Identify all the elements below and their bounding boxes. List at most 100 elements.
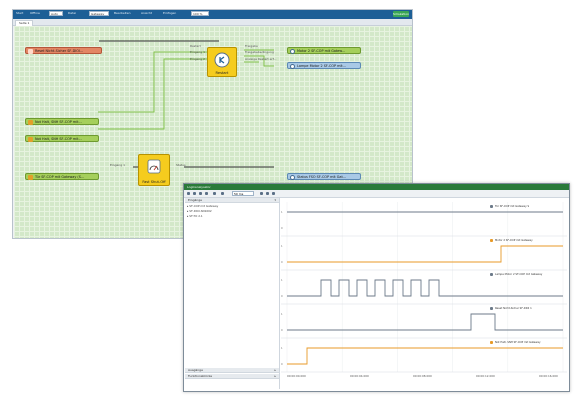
tree-item-sfto[interactable]: ▸ SF-TO 2.1 — [187, 214, 203, 218]
y-axis-label: 1 — [281, 347, 283, 350]
signal-label-text: Motor 2 SF-COP mit Gateway — [495, 239, 533, 242]
signal-trace — [287, 347, 563, 365]
toolbar-field-zoom[interactable]: 100 % — [191, 11, 209, 16]
y-axis-label: 0 — [281, 227, 283, 230]
y-axis-label: 1 — [281, 211, 283, 214]
toolbar-item-einfuegen[interactable]: Einfügen — [163, 11, 176, 15]
port-fso-input: Eingang 1 — [110, 163, 126, 167]
restart-block-title: Restart — [215, 71, 229, 75]
input-node-reset[interactable]: Reset Nicht-Sicher SF-DIOI... — [25, 47, 102, 54]
port-release: Freigabe — [245, 44, 258, 48]
signal-icon — [490, 307, 493, 310]
function-blocks-header[interactable]: Funktionsblöcke ▸ — [185, 374, 279, 379]
input-node-door[interactable]: Tür SF-COP mit Gateway (S... — [25, 173, 99, 180]
signal-label[interactable]: Tür SF-COP mit Gateway S — [489, 205, 529, 208]
port-release-condition: Freigabebedingung — [245, 50, 274, 54]
signal-label-text: Not Halt, SNH SF-COP mit Gateway — [495, 341, 541, 344]
fit-icon[interactable] — [272, 192, 275, 195]
tree-item-dioi[interactable]: ▸ SF-DIOI-SN1002 — [187, 209, 212, 213]
collapse-icon[interactable]: ▾ — [274, 198, 276, 203]
y-axis-label: 0 — [281, 261, 283, 264]
time-axis-label: 00:00:12.000 — [476, 374, 495, 378]
outputs-header[interactable]: Ausgänge ▸ — [185, 368, 279, 373]
timeline-chart — [281, 202, 567, 373]
signal-trace — [287, 279, 563, 297]
signal-label-text: Reset Nicht-Sicher SF-DIOI 1 — [495, 307, 532, 310]
signal-icon — [490, 341, 493, 344]
toolbar-item-datei[interactable]: Datei — [68, 11, 76, 15]
save-icon[interactable] — [205, 192, 208, 195]
expand-icon[interactable]: ▸ — [274, 374, 276, 379]
logic-analyzer-window: Logikanalysator 50 ms Eingänge ▾ ▸ SF-CO… — [183, 183, 570, 392]
y-axis-label: 1 — [281, 313, 283, 316]
signal-icon — [490, 205, 493, 208]
signal-label-text: Tür SF-COP mit Gateway S — [495, 205, 530, 208]
signal-label[interactable]: Lampe Motor 2 SF-COP mit Gateway — [489, 273, 542, 276]
port-input-2: Eingang 2 — [190, 57, 206, 61]
zoom-out-icon[interactable] — [266, 192, 269, 195]
restart-function-block[interactable]: Restart — [207, 47, 237, 77]
output-icon — [290, 49, 295, 54]
time-axis-label: 00:00:00.000 — [287, 374, 306, 378]
lamp-icon — [290, 64, 295, 69]
zoom-in-icon[interactable] — [260, 192, 263, 195]
settings-icon[interactable] — [221, 192, 224, 195]
input-node-estop-2[interactable]: Not Halt, SNH SF-COP mit... — [25, 135, 99, 142]
input-icon — [28, 137, 33, 142]
toolbar-item-ansicht[interactable]: Ansicht — [141, 11, 152, 15]
wire-estop1-to-restart — [98, 51, 219, 113]
timeline-panel[interactable]: Tür SF-COP mit Gateway S 1 0 Motor 2 SF-COP… — [281, 198, 567, 389]
y-axis-label: 0 — [281, 363, 283, 366]
port-input-1: Eingang 1 — [190, 50, 206, 54]
time-axis-label: 00:00:16.000 — [539, 374, 558, 378]
signal-trace — [287, 245, 563, 263]
signal-trace — [287, 313, 563, 331]
input-icon — [28, 120, 33, 125]
tree-item-cop-gateway[interactable]: ▸ SF-COP mit Gateway — [187, 204, 218, 208]
y-axis-label: 0 — [281, 295, 283, 298]
y-axis-label: 1 — [281, 279, 283, 282]
signal-tree-panel: Eingänge ▾ ▸ SF-COP mit Gateway ▸ SF-DIO… — [185, 198, 280, 389]
y-axis-label: 0 — [281, 329, 283, 332]
time-axis-label: 00:00:04.000 — [350, 374, 369, 378]
wire-estop2-to-restart — [98, 58, 219, 130]
signal-icon — [490, 239, 493, 242]
port-restart: Restart — [190, 44, 201, 48]
monitor-toolbar: 50 ms — [184, 190, 569, 198]
signal-icon — [490, 273, 493, 276]
toolbar-item-bearbeiten[interactable]: Bearbeiten — [114, 11, 130, 15]
sample-interval-input[interactable]: 50 ms — [232, 191, 254, 196]
signal-label[interactable]: Not Halt, SNH SF-COP mit Gateway — [489, 341, 541, 344]
simulation-button[interactable]: Simulation — [393, 11, 409, 17]
pause-icon[interactable] — [193, 192, 196, 195]
input-icon — [28, 49, 33, 54]
input-node-estop-1[interactable]: Not Halt, SNH SF-COP mit... — [25, 118, 99, 125]
status-icon — [290, 175, 295, 180]
lock-icon — [28, 175, 33, 180]
editor-toolbar: Start Offline Auto Datei Gateway Bearbei… — [13, 10, 412, 19]
play-icon[interactable] — [187, 192, 190, 195]
port-status: Status — [176, 163, 186, 167]
output-node-status-fso[interactable]: Status FSO SF-COP mit Gat... — [287, 173, 361, 180]
toolbar-field-mode[interactable]: Auto — [49, 11, 63, 16]
editor-tab-bar: Seite 1 — [13, 19, 412, 26]
port-restart-indicator: Anzeige Restart erf... — [245, 57, 277, 61]
signal-label-text: Lampe Motor 2 SF-COP mit Gateway — [495, 273, 543, 276]
toolbar-item-start[interactable]: Start — [16, 11, 23, 15]
signal-label[interactable]: Motor 2 SF-COP mit Gateway — [489, 239, 533, 242]
output-node-motor-2[interactable]: Motor 2 SF-COP mit Gatew... — [287, 47, 361, 54]
fast-shut-off-block[interactable]: Fast Shut-Off — [138, 154, 170, 186]
open-icon[interactable] — [213, 192, 216, 195]
stop-icon[interactable] — [199, 192, 202, 195]
toolbar-item-offline[interactable]: Offline — [30, 11, 40, 15]
time-axis-label: 00:00:08.000 — [413, 374, 432, 378]
restart-icon — [214, 52, 230, 68]
inputs-header[interactable]: Eingänge ▾ — [185, 198, 279, 203]
fso-block-title: Fast Shut-Off — [142, 180, 166, 184]
gauge-icon — [147, 159, 161, 174]
output-node-lamp-motor-2[interactable]: Lampe Motor 2 SF-COP mit... — [287, 62, 361, 69]
expand-icon[interactable]: ▸ — [274, 368, 276, 373]
signal-label[interactable]: Reset Nicht-Sicher SF-DIOI 1 — [489, 307, 532, 310]
toolbar-field-gateway[interactable]: Gateway — [89, 11, 109, 16]
y-axis-label: 1 — [281, 245, 283, 248]
